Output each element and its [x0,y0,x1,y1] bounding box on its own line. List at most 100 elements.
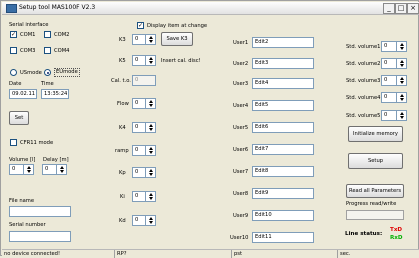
serial-number-field[interactable] [9,231,71,242]
ki-value[interactable]: 0 [132,191,145,202]
user-field[interactable]: Edit9 [252,188,314,199]
k3-spinner[interactable]: 0 [132,34,156,45]
user-field[interactable]: Edit11 [252,232,314,243]
cfr11-checkbox[interactable] [10,139,17,146]
delay-spinner[interactable]: 0 [42,164,67,175]
app-icon [6,4,17,13]
std-volume-spinner[interactable]: 0 [381,75,407,86]
user-label: User3 [233,81,249,87]
status-panel-sec: sec. [340,251,351,257]
std-volume-spin-arrows[interactable] [396,110,407,121]
std-volume-value[interactable]: 0 [381,92,396,103]
volume-value[interactable]: 0 [9,164,23,175]
flow-label: Flow [117,101,129,107]
user-field[interactable]: Edit3 [252,58,314,69]
std-volume-value[interactable]: 0 [381,41,396,52]
user-label: User1 [233,40,249,46]
k4-spinner[interactable]: 0 [132,122,156,133]
eumode-label: EUmode [54,68,80,77]
user-label: User7 [233,169,249,175]
initialize-memory-button[interactable]: Initialize memory [348,126,403,142]
delay-value[interactable]: 0 [42,164,56,175]
save-k3-button[interactable]: Save K3 [161,32,193,46]
std-volume-label: Std. volume5 [346,113,381,119]
k3-spin-arrows[interactable] [145,34,156,45]
std-volume-value[interactable]: 0 [381,110,396,121]
read-all-parameters-button[interactable]: Read all Parameters [346,184,404,198]
user-field[interactable]: Edit10 [252,210,314,221]
delay-label: Delay [m] [43,157,69,163]
display-items-checkbox[interactable]: ✓ [137,22,144,29]
user-field[interactable]: Edit5 [252,100,314,111]
cfr11-label: CFR11 mode [20,140,54,146]
std-volume-spinner[interactable]: 0 [381,58,407,69]
std-volume-value[interactable]: 0 [381,58,396,69]
std-volume-value[interactable]: 0 [381,75,396,86]
std-volume-spinner[interactable]: 0 [381,110,407,121]
k4-value[interactable]: 0 [132,122,145,133]
date-field[interactable]: 09.02.11 [9,89,37,99]
volume-spinner[interactable]: 0 [9,164,34,175]
status-panel-connection: no device connected! [2,250,115,258]
std-volume-spin-arrows[interactable] [396,41,407,52]
file-name-field[interactable] [9,206,71,217]
minimize-button[interactable]: _ [383,3,395,14]
kd-spinner[interactable]: 0 [132,215,156,226]
eumode-radio[interactable] [44,69,51,76]
kp-spin-arrows[interactable] [145,167,156,178]
kd-value[interactable]: 0 [132,215,145,226]
ki-spin-arrows[interactable] [145,191,156,202]
std-volume-spinner[interactable]: 0 [381,92,407,103]
com3-checkbox[interactable] [10,47,17,54]
user-label: User2 [233,61,249,67]
setup-button[interactable]: Setup [348,153,403,169]
maximize-button[interactable]: □ [395,3,407,14]
std-volume-spin-arrows[interactable] [396,58,407,69]
std-volume-spin-arrows[interactable] [396,92,407,103]
com3-label: COM3 [20,48,36,54]
std-volume-spin-arrows[interactable] [396,75,407,86]
display-items-label: Display item at change [147,23,208,29]
kp-spinner[interactable]: 0 [132,167,156,178]
txd-indicator: TxD [390,227,403,233]
user-label: User5 [233,125,249,131]
ki-label: Ki [120,194,125,200]
ramp-value[interactable]: 0 [132,145,145,156]
k4-spin-arrows[interactable] [145,122,156,133]
window-title: Setup tool MAS100F V2.3 [19,4,96,11]
ramp-spinner[interactable]: 0 [132,145,156,156]
serial-interface-label: Serial interface [9,22,49,28]
ramp-spin-arrows[interactable] [145,145,156,156]
close-button[interactable]: × [407,3,419,14]
k5-spinner[interactable]: 0 [132,55,156,66]
k5-value[interactable]: 0 [132,55,145,66]
k3-label: K3 [119,37,126,43]
time-field[interactable]: 13:35:24 [41,89,69,99]
flow-value[interactable]: 0 [132,98,145,109]
user-field[interactable]: Edit4 [252,78,314,89]
user-label: User10 [230,235,249,241]
cal-to-field: 0 [132,75,156,86]
k3-value[interactable]: 0 [132,34,145,45]
usmode-radio[interactable] [10,69,17,76]
user-field[interactable]: Edit2 [252,37,314,48]
kp-value[interactable]: 0 [132,167,145,178]
std-volume-label: Std. volume2 [346,61,381,67]
volume-spin-arrows[interactable] [23,164,34,175]
kd-spin-arrows[interactable] [145,215,156,226]
std-volume-spinner[interactable]: 0 [381,41,407,52]
user-field[interactable]: Edit7 [252,144,314,155]
user-field[interactable]: Edit6 [252,122,314,133]
com2-checkbox[interactable] [44,31,51,38]
k5-spin-arrows[interactable] [145,55,156,66]
ki-spinner[interactable]: 0 [132,191,156,202]
set-button[interactable]: Set [9,111,29,125]
k4-label: K4 [119,125,126,131]
delay-spin-arrows[interactable] [56,164,67,175]
flow-spinner[interactable]: 0 [132,98,156,109]
user-label: User6 [233,147,249,153]
flow-spin-arrows[interactable] [145,98,156,109]
com1-checkbox[interactable]: ✓ [10,31,17,38]
com4-checkbox[interactable] [44,47,51,54]
user-field[interactable]: Edit8 [252,166,314,177]
